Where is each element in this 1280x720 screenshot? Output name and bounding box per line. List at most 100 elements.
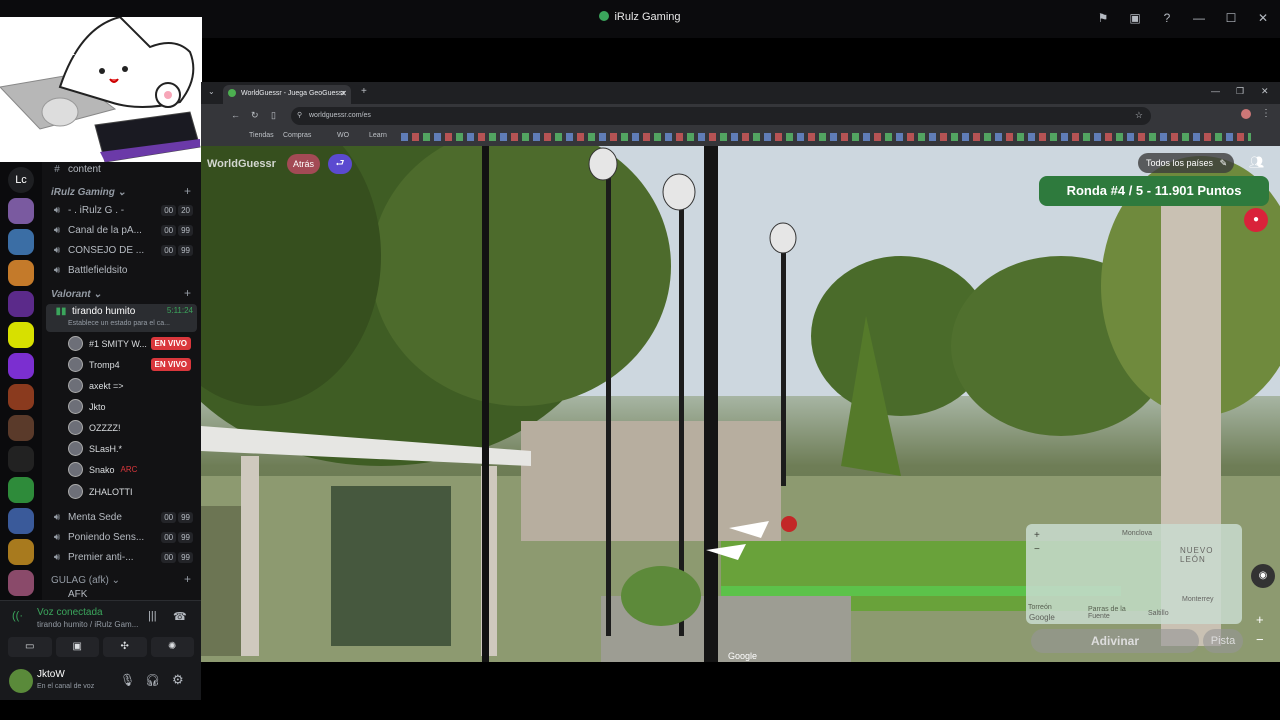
profile-avatar[interactable] — [1241, 109, 1251, 119]
screen-share-icon[interactable]: ▣ — [55, 637, 99, 657]
browser-minimize-icon[interactable]: — — [1211, 86, 1220, 96]
sv-zoom-out-icon[interactable]: − — [1256, 632, 1264, 647]
server-icon-11[interactable] — [8, 508, 34, 534]
voice-channel[interactable]: 🔊︎ - . iRulz G . -00 20 — [42, 200, 201, 220]
hint-button[interactable]: Pista — [1203, 629, 1243, 653]
sidebar-icon[interactable]: ▯ — [271, 110, 276, 121]
return-arrow-icon[interactable]: ⮐ — [328, 154, 352, 174]
category-valorant[interactable]: Valorant ⌄ — [51, 289, 102, 300]
voice-user[interactable]: axekt => — [68, 375, 124, 396]
settings-gear-icon[interactable]: ⚙ — [172, 672, 184, 688]
browser-window: ⌄ WorldGuessr - Juega GeoGuessr ✕ + — ❐ … — [201, 82, 1280, 662]
hash-icon: # — [54, 163, 60, 175]
disconnect-icon[interactable]: ☎ — [173, 610, 187, 623]
guess-minimap[interactable]: Monclova NUEVO LEÓN Monterrey Saltillo T… — [1026, 524, 1242, 624]
tab-list-icon[interactable]: ⌄ — [208, 87, 215, 96]
speaker-icon: 🔊︎ — [53, 244, 61, 256]
server-icon-10[interactable] — [8, 477, 34, 503]
browser-close-icon[interactable]: ✕ — [1261, 86, 1269, 97]
site-info-icon[interactable]: ⚲ — [297, 111, 302, 119]
bottom-blackbar — [201, 662, 1280, 720]
voice-active-icon: ▮▮ — [55, 306, 67, 317]
bookmark-star-icon[interactable]: ☆ — [1135, 110, 1143, 121]
flag-icon[interactable]: ⚑ — [1094, 8, 1112, 28]
street-view-panorama[interactable]: WorldGuessr Atrás ⮐ Todos los países ✎ 👥… — [201, 146, 1280, 662]
signal-icon: ((· — [12, 610, 23, 622]
voice-user[interactable]: Jkto — [68, 396, 106, 417]
bookmark-item[interactable]: WO — [337, 132, 349, 139]
server-lc[interactable]: Lc — [8, 167, 34, 193]
close-icon[interactable]: ✕ — [1254, 8, 1272, 28]
server-icon-5[interactable] — [8, 322, 34, 348]
avatar — [68, 484, 83, 499]
server-icon-4[interactable] — [8, 291, 34, 317]
guess-button[interactable]: Adivinar — [1031, 629, 1199, 653]
back-button[interactable]: Atrás — [287, 154, 320, 174]
reload-icon[interactable]: ↻ — [251, 110, 259, 121]
active-voice-channel[interactable]: ▮▮ tirando humito 5:11:24 Establece un e… — [46, 304, 197, 332]
add-channel-icon[interactable]: + — [184, 184, 191, 198]
country-filter-button[interactable]: Todos los países ✎ — [1138, 153, 1234, 173]
voice-channel[interactable]: 🔊︎ Premier anti-... 00 99 — [42, 547, 201, 567]
voice-channel[interactable]: 🔊︎ Menta Sede 00 99 — [42, 507, 201, 527]
voice-user[interactable]: SLasH.* — [68, 438, 122, 459]
server-icon-6[interactable] — [8, 353, 34, 379]
sv-zoom-in-icon[interactable]: + — [1256, 612, 1264, 627]
server-icon-12[interactable] — [8, 539, 34, 565]
voice-user[interactable]: ZHALOTTI — [68, 481, 133, 502]
voice-user[interactable]: OZZZZ! — [68, 417, 121, 438]
bookmark-favicons — [401, 133, 1251, 141]
compass-icon[interactable]: ◉ — [1251, 564, 1275, 588]
zoom-in-icon[interactable]: + — [1034, 530, 1040, 541]
speaker-icon: 🔊︎ — [53, 531, 61, 543]
add-channel-icon[interactable]: + — [184, 572, 191, 586]
server-icon-9[interactable] — [8, 446, 34, 472]
maximize-icon[interactable]: ☐ — [1222, 8, 1240, 28]
voice-channel[interactable]: AFK — [42, 588, 201, 600]
back-arrow-icon[interactable]: ← — [231, 110, 240, 120]
record-icon[interactable]: ● — [1244, 208, 1268, 232]
activities-icon[interactable]: ✣ — [103, 637, 147, 657]
server-icon-8[interactable] — [8, 415, 34, 441]
soundboard-icon[interactable]: ✺ — [150, 637, 194, 657]
voice-channel[interactable]: 🔊︎ Poniendo Sens... 00 99 — [42, 527, 201, 547]
server-icon-13[interactable] — [8, 570, 34, 596]
bookmark-item[interactable]: Learn — [369, 132, 387, 139]
server-icon-1[interactable] — [8, 198, 34, 224]
minimize-icon[interactable]: — — [1190, 8, 1208, 28]
server-icon-7[interactable] — [8, 384, 34, 410]
avatar[interactable] — [9, 669, 33, 693]
tab-close-icon[interactable]: ✕ — [340, 89, 347, 98]
server-icon-2[interactable] — [8, 229, 34, 255]
inbox-icon[interactable]: ▣ — [1126, 8, 1144, 28]
avatar — [68, 399, 83, 414]
voice-channel[interactable]: 🔊︎ Canal de la pA... 00 99 — [42, 220, 201, 240]
category-gulag[interactable]: GULAG (afk) ⌄ — [51, 575, 120, 586]
bookmark-item[interactable]: Compras — [283, 132, 311, 139]
voice-user[interactable]: Snako ARC — [68, 459, 137, 480]
microphone-icon[interactable]: 🎙︎ — [120, 673, 135, 687]
bookmarks-bar: Tiendas Compras WO Learn — [201, 128, 1280, 146]
zoom-out-icon[interactable]: − — [1034, 544, 1040, 555]
tab-strip: ⌄ WorldGuessr - Juega GeoGuessr ✕ + — ❐ … — [201, 82, 1280, 104]
speaker-icon: 🔊︎ — [53, 224, 61, 236]
google-watermark: Google — [728, 651, 758, 661]
add-channel-icon[interactable]: + — [184, 286, 191, 300]
multiplayer-icon[interactable]: 👥︎ — [1249, 155, 1264, 169]
address-bar[interactable]: ⚲ worldguessr.com/es ☆ — [291, 107, 1151, 125]
browser-tab[interactable]: WorldGuessr - Juega GeoGuessr ✕ — [223, 85, 351, 104]
noise-suppression-icon[interactable]: ||| — [148, 610, 157, 622]
menu-kebab-icon[interactable]: ⋮ — [1261, 108, 1271, 119]
bookmark-item[interactable]: Tiendas — [249, 132, 274, 139]
new-tab-icon[interactable]: + — [361, 86, 367, 97]
server-icon-3[interactable] — [8, 260, 34, 286]
browser-restore-icon[interactable]: ❐ — [1236, 86, 1244, 97]
help-icon[interactable]: ? — [1158, 8, 1176, 28]
category-irulz[interactable]: iRulz Gaming ⌄ — [51, 187, 126, 198]
camera-icon[interactable]: ▭ — [8, 637, 52, 657]
avatar — [68, 378, 83, 393]
headphones-icon[interactable]: 🎧︎ — [145, 673, 160, 687]
voice-channel[interactable]: 🔊︎ CONSEJO DE ... 00 99 — [42, 240, 201, 260]
voice-channel[interactable]: 🔊︎ Battlefieldsito — [42, 260, 201, 280]
round-score-banner: Ronda #4 / 5 - 11.901 Puntos — [1039, 176, 1269, 206]
